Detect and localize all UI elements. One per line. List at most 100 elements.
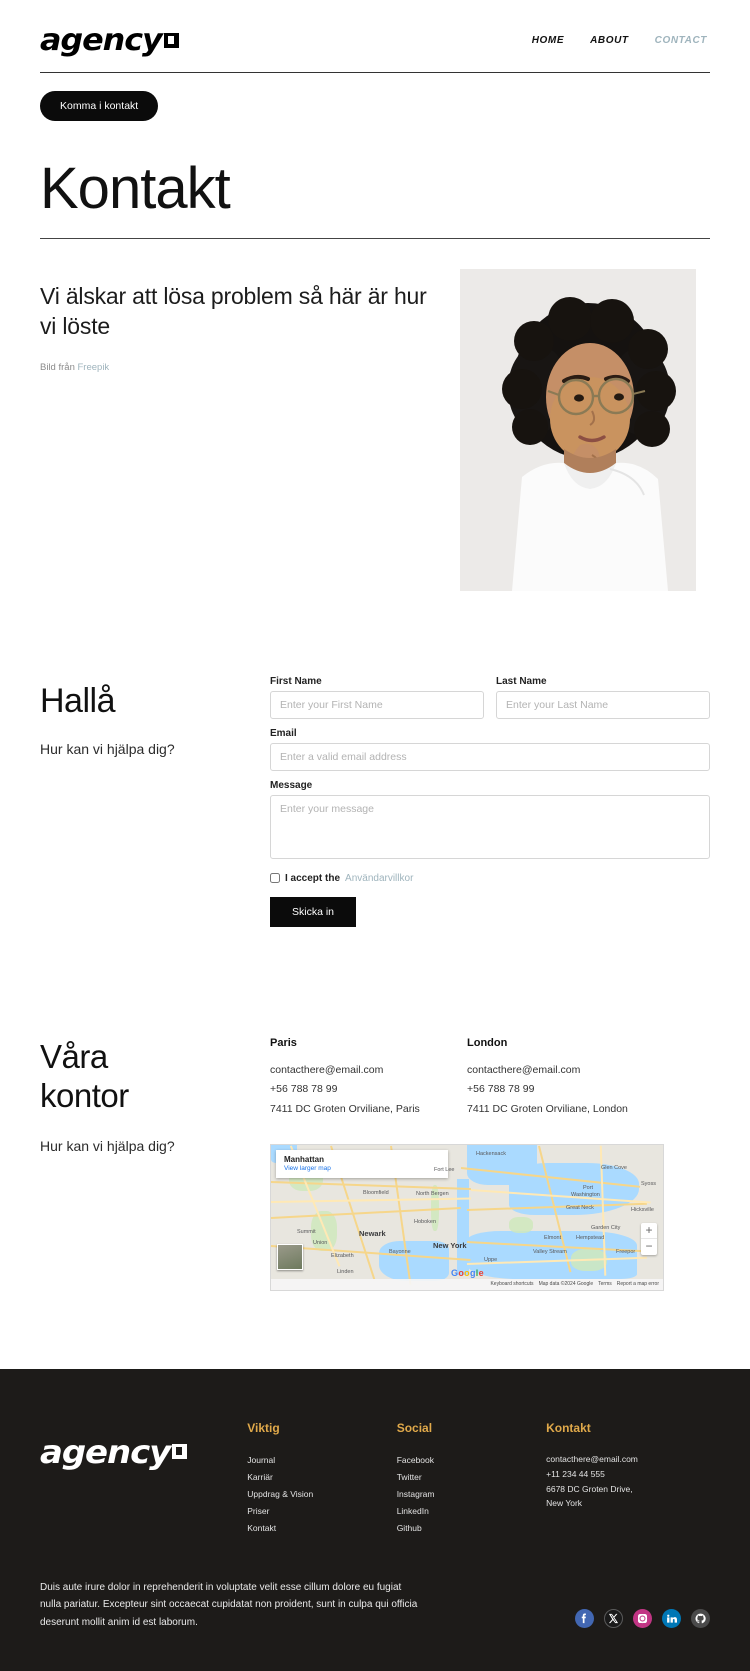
footer-link-journal[interactable]: Journal (247, 1452, 396, 1469)
map-label: Port (583, 1184, 594, 1191)
footer-logo[interactable]: agency (40, 1421, 247, 1537)
map-label: Hempstead (576, 1234, 605, 1241)
map-label: Bloomfield (363, 1189, 389, 1196)
facebook-icon[interactable] (575, 1609, 594, 1629)
logo-text: agency (40, 22, 163, 58)
form-heading: Hallå (40, 681, 115, 720)
footer-link-instagram[interactable]: Instagram (397, 1486, 546, 1503)
map-label: Fort Lee (434, 1166, 455, 1173)
map-info-card[interactable]: Manhattan View larger map (276, 1149, 448, 1178)
office-email[interactable]: contacthere@email.com (270, 1064, 383, 1076)
last-name-field: Last Name (496, 676, 710, 719)
footer-link-uppdrag-vision[interactable]: Uppdrag & Vision (247, 1486, 396, 1503)
terms-accept-row: I accept the Användarvillkor (270, 873, 710, 884)
footer-link-linkedin[interactable]: LinkedIn (397, 1503, 546, 1520)
office-city: Paris (270, 1036, 297, 1049)
message-input[interactable] (270, 794, 710, 859)
offices-intro: Våra kontor Hur kan vi hjälpa dig? (40, 1037, 250, 1291)
office-card-paris: Paris contacthere@email.com +56 788 78 9… (270, 1037, 467, 1118)
map-zoom-in-button[interactable]: + (641, 1223, 657, 1239)
image-credit: Bild från Freepik (40, 362, 440, 373)
name-field-row: First Name Last Name (270, 676, 710, 728)
footer-contact-phone: +11 234 44 555 (546, 1468, 605, 1479)
footer-column-social: Social Facebook Twitter Instagram Linked… (397, 1421, 546, 1537)
map-label: Newark (359, 1228, 386, 1238)
site-header: agency HOME ABOUT CONTACT (0, 0, 750, 62)
contact-form: First Name Last Name Email Message I acc… (270, 676, 710, 927)
intro-text-block: Vi älskar att lösa problem så här är hur… (40, 269, 440, 591)
map-label: Garden City (591, 1224, 621, 1231)
message-field: Message (270, 780, 710, 864)
footer-link-facebook[interactable]: Facebook (397, 1452, 546, 1469)
map-terms-link[interactable]: Terms (598, 1281, 612, 1287)
map-keyboard-shortcuts[interactable]: Keyboard shortcuts (490, 1281, 533, 1287)
map-attribution: Keyboard shortcuts Map data ©2024 Google… (271, 1278, 663, 1290)
contact-form-section: Hallå Hur kan vi hjälpa dig? First Name … (0, 591, 750, 927)
map-label: Freepor (616, 1248, 636, 1255)
terms-checkbox[interactable] (270, 873, 280, 884)
google-map-embed[interactable]: Manhattan View larger map Hackensack Fort… (270, 1143, 664, 1291)
map-label: Hicksville (631, 1206, 654, 1213)
social-icon-row (575, 1609, 710, 1631)
map-street-view-thumb[interactable] (277, 1243, 303, 1270)
first-name-input[interactable] (270, 690, 484, 719)
office-phone: +56 788 78 99 (270, 1083, 338, 1096)
nav-item-about[interactable]: ABOUT (590, 35, 629, 46)
office-address: 7411 DC Groten Orviliane, London (467, 1102, 628, 1115)
hero-photo (460, 268, 696, 591)
footer-column-title: Viktig (247, 1420, 280, 1435)
email-field: Email (270, 728, 710, 771)
footer-link-priser[interactable]: Priser (247, 1503, 396, 1520)
offices-heading-line2: kontor (40, 1077, 129, 1115)
nav-item-contact[interactable]: CONTACT (655, 35, 707, 46)
form-intro: Hallå Hur kan vi hjälpa dig? (40, 676, 250, 927)
portrait-illustration (460, 268, 696, 591)
page-title-wrap: Kontakt (0, 121, 750, 239)
footer-contact-address-1: 6678 DC Groten Drive, (546, 1483, 633, 1494)
offices-content: Paris contacthere@email.com +56 788 78 9… (270, 1037, 710, 1291)
footer-column-kontakt: Kontakt contacthere@email.com +11 234 44… (546, 1421, 710, 1537)
map-label: Elizabeth (331, 1252, 354, 1259)
map-report-error-link[interactable]: Report a map error (617, 1281, 659, 1287)
last-name-input[interactable] (496, 690, 710, 719)
nav-item-home[interactable]: HOME (532, 35, 564, 46)
footer-contact-email[interactable]: contacthere@email.com (546, 1452, 710, 1467)
footer-logo-text: agency (40, 1432, 171, 1471)
logo-square-icon (163, 32, 179, 48)
github-icon[interactable] (691, 1609, 710, 1629)
map-label: Uppe (484, 1256, 498, 1263)
map-card-title: Manhattan (284, 1154, 324, 1164)
footer-link-twitter[interactable]: Twitter (397, 1469, 546, 1486)
view-larger-map-link[interactable]: View larger map (284, 1165, 440, 1172)
page-title: Kontakt (40, 156, 231, 221)
twitter-x-icon[interactable] (604, 1609, 623, 1629)
get-in-touch-button[interactable]: Komma i kontakt (40, 91, 159, 121)
first-name-label: First Name (270, 675, 322, 687)
message-label: Message (270, 779, 313, 791)
google-logo: Google (451, 1267, 484, 1278)
offices-heading: Våra kontor (40, 1037, 250, 1116)
instagram-icon[interactable] (633, 1609, 652, 1629)
office-email[interactable]: contacthere@email.com (467, 1064, 580, 1076)
footer-link-karriar[interactable]: Karriär (247, 1469, 396, 1486)
linkedin-icon[interactable] (662, 1609, 681, 1629)
email-input[interactable] (270, 742, 710, 771)
terms-link[interactable]: Användarvillkor (345, 873, 413, 884)
map-label: North Bergen (416, 1190, 449, 1197)
map-label: New York (433, 1240, 467, 1250)
map-label: Elmont (544, 1234, 562, 1241)
submit-button[interactable]: Skicka in (270, 896, 357, 927)
site-footer: agency Viktig Journal Karriär Uppdrag & … (0, 1368, 750, 1671)
footer-column-title: Kontakt (546, 1420, 591, 1435)
footer-column-viktig: Viktig Journal Karriär Uppdrag & Vision … (247, 1421, 396, 1537)
map-zoom-out-button[interactable]: − (641, 1239, 657, 1255)
offices-heading-line1: Våra (40, 1037, 108, 1075)
footer-link-kontakt[interactable]: Kontakt (247, 1520, 396, 1537)
freepik-link[interactable]: Freepik (78, 362, 110, 373)
map-label: Washington (571, 1191, 600, 1198)
legal-text: Duis aute irure dolor in reprehenderit i… (40, 1581, 418, 1628)
map-label: Summit (297, 1228, 316, 1235)
footer-link-github[interactable]: Github (397, 1520, 546, 1537)
map-label: Hoboken (414, 1218, 437, 1225)
site-logo[interactable]: agency (40, 23, 179, 58)
